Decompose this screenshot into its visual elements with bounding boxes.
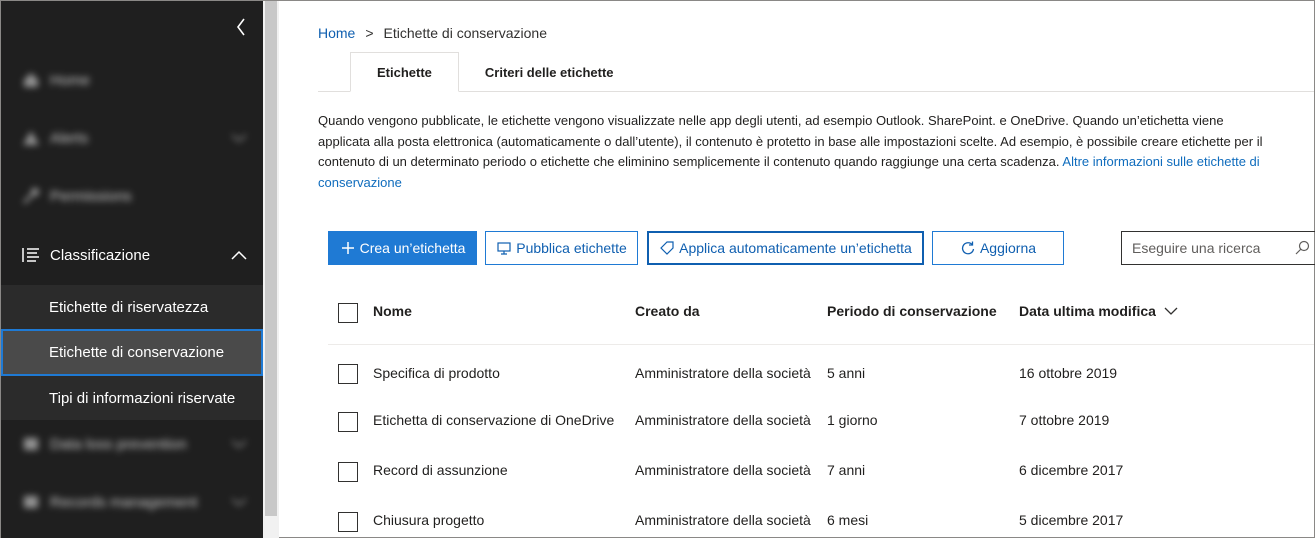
plus-icon [341,242,354,254]
nav-item-permissions[interactable]: Permissions [1,174,263,218]
cell-creato-da: Amministratore della società [635,365,811,381]
cell-data-modifica: 7 ottobre 2019 [1019,412,1110,428]
scrollbar-thumb[interactable] [265,1,277,516]
cell-data-modifica: 5 dicembre 2017 [1019,512,1124,528]
chevron-down-icon [231,440,247,448]
column-header-nome[interactable]: Nome [373,303,412,319]
cell-periodo: 7 anni [827,462,866,478]
cell-data-modifica: 6 dicembre 2017 [1019,462,1124,478]
nav-item-label: Records management [50,493,198,511]
publish-labels-button[interactable]: Pubblica etichette [485,231,638,265]
cell-periodo: 6 mesi [827,512,869,528]
table-row[interactable]: Specifica di prodotto Amministratore del… [328,361,1314,409]
row-checkbox[interactable] [338,462,358,482]
cell-creato-da: Amministratore della società [635,462,811,478]
breadcrumb-separator: > [365,25,374,41]
table-row[interactable]: Record di assunzione Amministratore dell… [328,459,1314,507]
publish-icon [497,242,511,255]
nav-subitem-label: Etichette di conservazione [49,344,225,361]
breadcrumb: Home > Etichette di conservazione [318,25,547,41]
auto-apply-label-button[interactable]: Applica automaticamente un’etichetta [647,231,924,265]
nav-item-label: Alerts [50,129,89,147]
column-header-label: Data ultima modifica [1019,303,1156,319]
column-header-periodo[interactable]: Periodo di conservazione [827,303,997,319]
refresh-text: Aggiorna [979,240,1037,256]
left-navigation: Home Alerts Permissions Classificazione … [1,1,263,538]
refresh-icon [961,241,975,255]
create-label-text: Crea un’etichetta [359,240,466,256]
breadcrumb-current: Etichette di conservazione [383,25,547,41]
row-checkbox[interactable] [338,512,358,532]
cell-nome[interactable]: Specifica di prodotto [373,365,500,381]
nav-subitem-label: Etichette di riservatezza [49,298,209,316]
nav-item-label: Classificazione [50,246,151,264]
table-row[interactable]: Etichetta di conservazione di OneDrive A… [328,409,1314,457]
nav-item-alerts[interactable]: Alerts [1,116,263,160]
cell-creato-da: Amministratore della società [635,512,811,528]
breadcrumb-home-link[interactable]: Home [318,25,355,41]
auto-apply-label-text: Applica automaticamente un’etichetta [679,240,912,256]
row-checkbox[interactable] [338,412,358,432]
table-row[interactable]: Chiusura progetto Amministratore della s… [328,509,1314,538]
nav-subitem-retention-labels[interactable]: Etichette di conservazione [1,329,263,376]
table-header: Nome Creato da Periodo di conservazione … [328,291,1314,345]
column-header-creato-da[interactable]: Creato da [635,303,700,319]
search-placeholder: Eseguire una ricerca [1132,240,1261,256]
cell-nome[interactable]: Etichetta di conservazione di OneDrive [373,412,614,428]
main-content: Home > Etichette di conservazione Etiche… [279,1,1315,538]
nav-subitem-sensitivity-labels[interactable]: Etichette di riservatezza [1,285,263,329]
publish-labels-text: Pubblica etichette [516,240,627,256]
tab-bar: Etichette Criteri delle etichette [350,52,640,92]
cell-periodo: 1 giorno [827,412,878,428]
nav-item-home[interactable]: Home [1,58,263,102]
nav-subitem-label: Tipi di informazioni riservate [49,389,236,407]
chevron-up-icon [231,250,247,260]
tag-icon [660,241,674,255]
cell-creato-da: Amministratore della società [635,412,811,428]
nav-subitem-sensitive-info-types[interactable]: Tipi di informazioni riservate [1,376,263,420]
tab-etichette[interactable]: Etichette [350,52,459,92]
nav-item-label: Permissions [50,187,132,205]
key-icon [22,188,39,205]
create-label-button[interactable]: Crea un’etichetta [328,231,477,265]
tab-criteri-etichette[interactable]: Criteri delle etichette [459,52,640,92]
nav-item-classificazione[interactable]: Classificazione [1,233,263,277]
chevron-down-icon [231,134,247,142]
cell-nome[interactable]: Record di assunzione [373,462,508,478]
sidebar-scrollbar[interactable] [263,1,279,538]
list-icon [22,248,39,262]
nav-item-label: Data loss prevention [50,435,187,453]
cell-periodo: 5 anni [827,365,866,381]
collapse-nav-button[interactable] [231,15,251,39]
alert-icon [23,131,39,145]
chevron-left-icon [237,18,245,36]
nav-item-data-loss-prevention[interactable]: Data loss prevention [1,422,263,466]
refresh-button[interactable]: Aggiorna [932,231,1064,265]
search-icon[interactable] [1294,240,1310,256]
chevron-down-icon [231,498,247,506]
home-icon [24,73,38,87]
cell-data-modifica: 16 ottobre 2019 [1019,365,1118,381]
cell-nome[interactable]: Chiusura progetto [373,512,484,528]
page-description: Quando vengono pubblicate, le etichette … [318,111,1268,193]
nav-item-records-management[interactable]: Records management [1,480,263,524]
sort-descending-icon [1164,307,1178,315]
nav-item-label: Home [50,71,91,89]
row-checkbox[interactable] [338,364,358,384]
column-header-data-modifica[interactable]: Data ultima modifica [1019,303,1178,319]
shield-icon [24,438,38,450]
search-input[interactable]: Eseguire una ricerca [1121,231,1315,265]
records-icon [24,496,38,508]
select-all-checkbox[interactable] [338,303,358,323]
